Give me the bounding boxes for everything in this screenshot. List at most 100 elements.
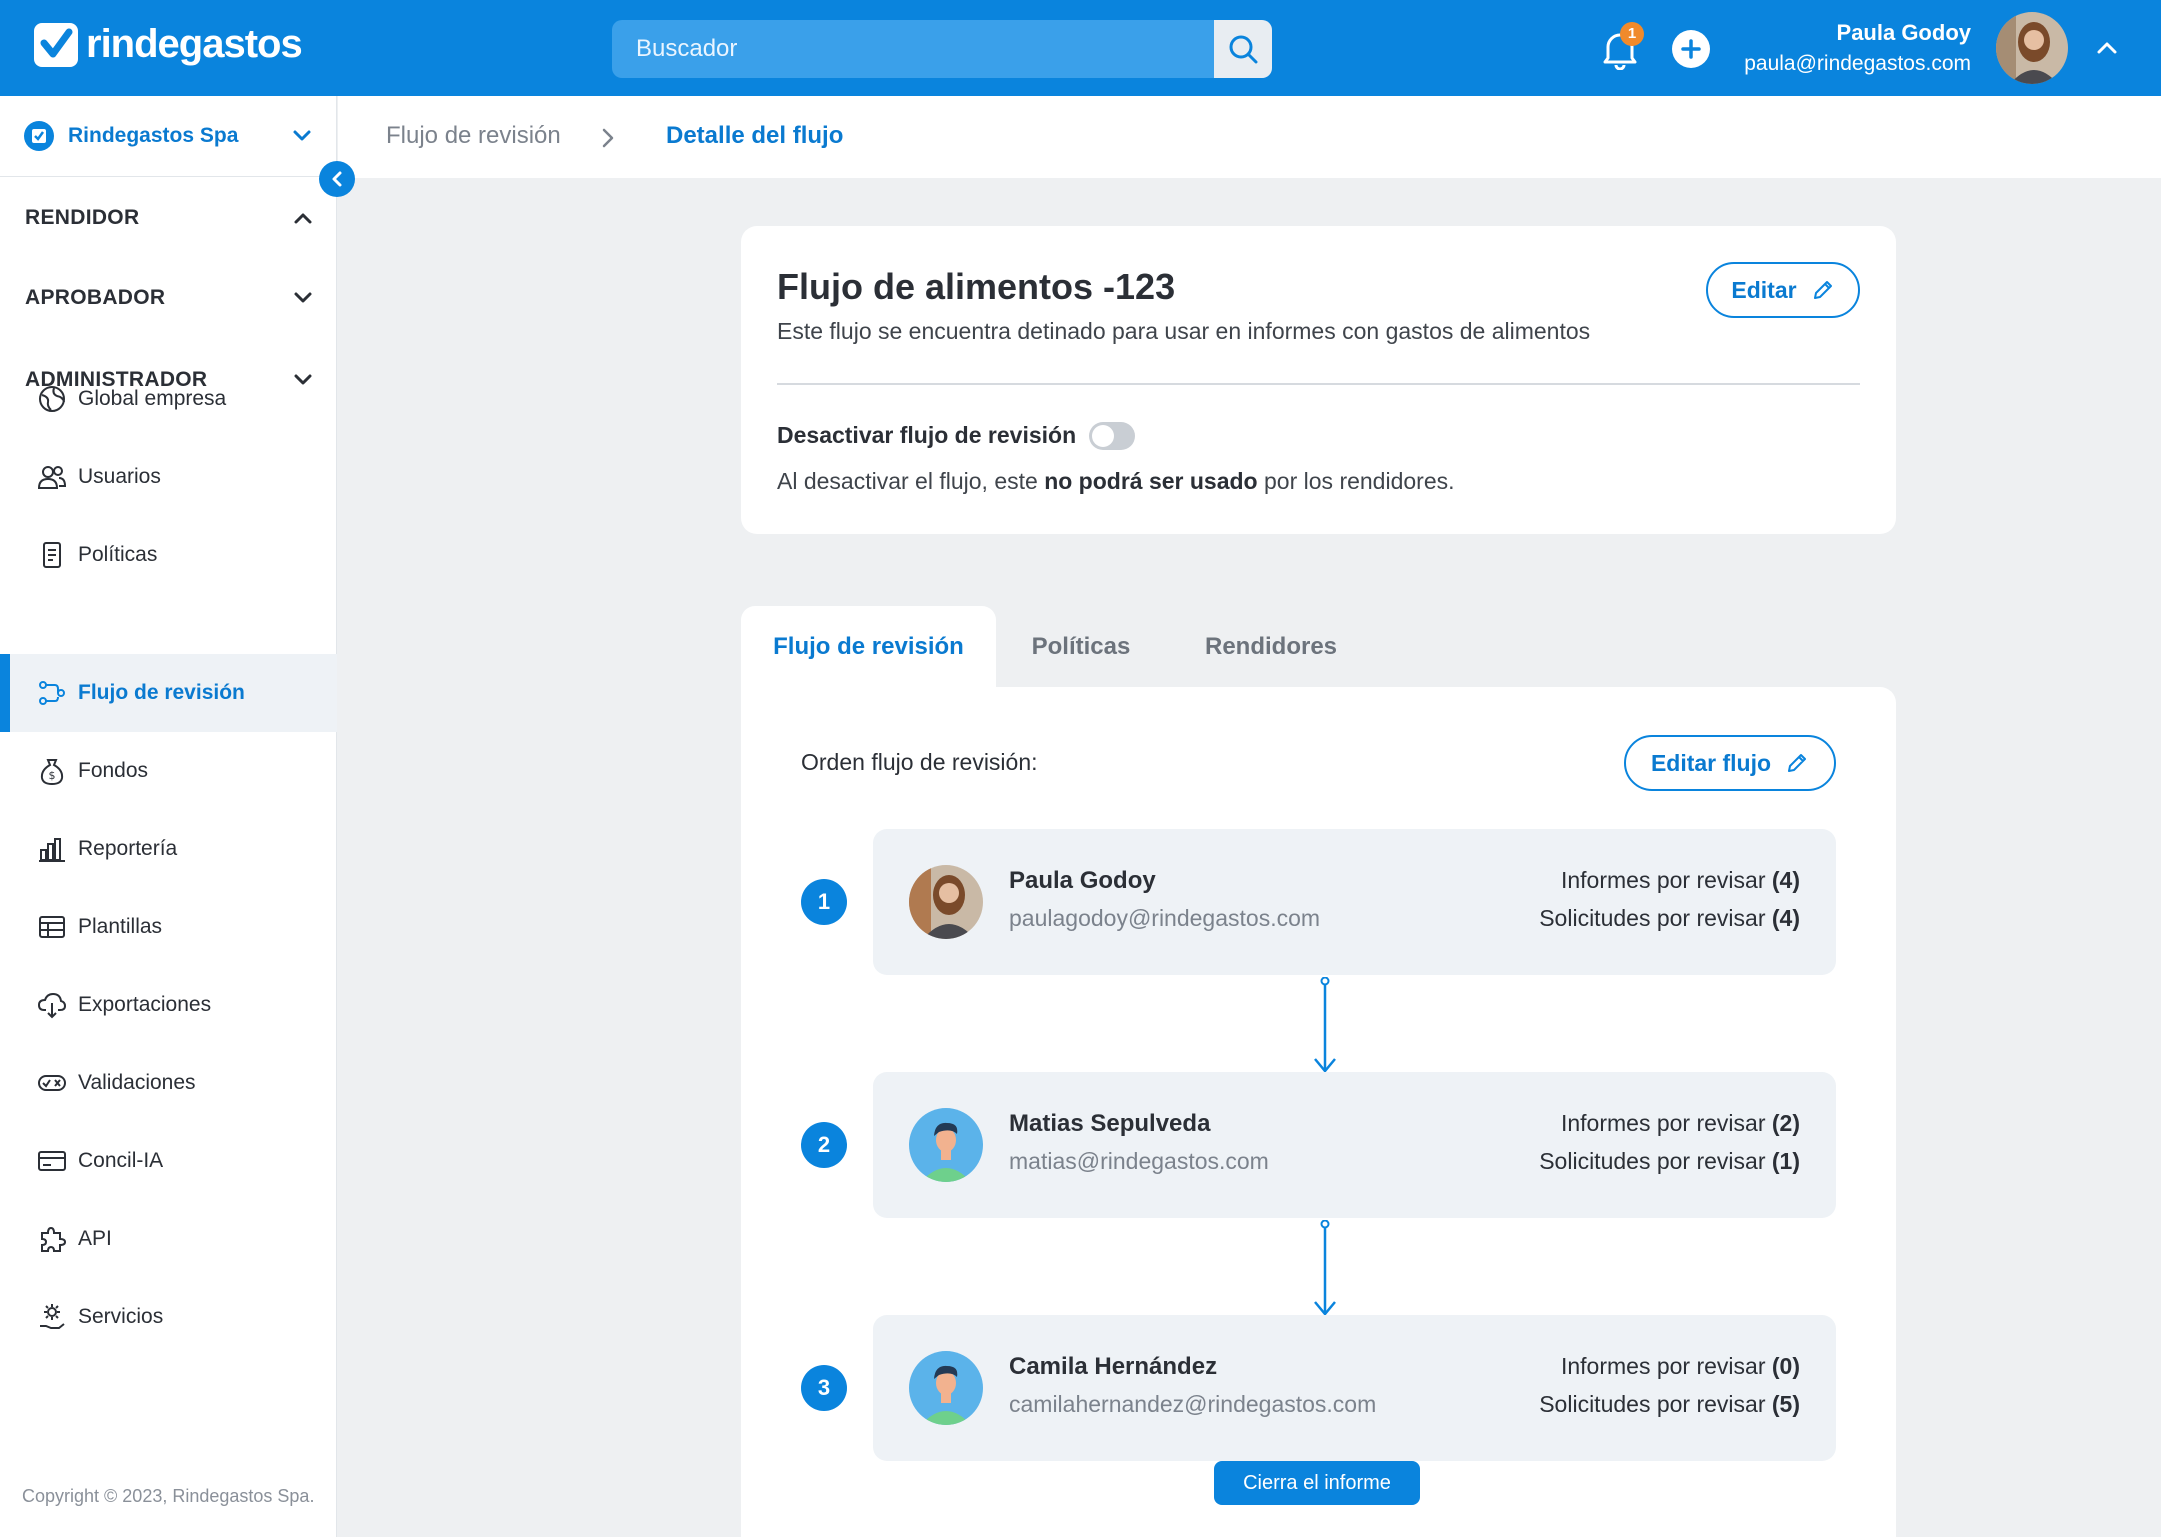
chevron-left-icon <box>332 171 342 187</box>
company-name: Rindegastos Spa <box>68 124 239 147</box>
avatar <box>909 865 983 939</box>
globe-icon <box>36 383 68 415</box>
tab-politicas[interactable]: Políticas <box>1011 606 1151 688</box>
deactivate-note-after: por los rendidores. <box>1257 468 1455 494</box>
reviewer-email: paulagodoy@rindegastos.com <box>1009 905 1321 931</box>
reviewer-email: matias@rindegastos.com <box>1009 1148 1269 1174</box>
step-number: 3 <box>801 1365 847 1411</box>
solicitudes-value: (1) <box>1771 1148 1800 1174</box>
money-bag-icon: $ <box>36 755 68 787</box>
sidebar-item-label: Concil-IA <box>78 1149 164 1172</box>
sidebar-item-fondos[interactable]: $ Fondos <box>0 732 337 810</box>
chevron-up-icon <box>294 213 312 224</box>
breadcrumb-parent-link[interactable]: Flujo de revisión <box>386 122 561 150</box>
informes-label: Informes por revisar <box>1560 867 1766 893</box>
sidebar-item-usuarios[interactable]: Usuarios <box>0 438 337 516</box>
user-email: paula@rindegastos.com <box>1744 52 1971 75</box>
chevron-right-icon <box>596 124 620 157</box>
sidebar-item-exportaciones[interactable]: Exportaciones <box>0 966 337 1044</box>
sidebar-item-label: Fondos <box>78 759 149 782</box>
informes-value: (0) <box>1771 1353 1800 1379</box>
flow-description: Este flujo se encuentra detinado para us… <box>777 318 1591 344</box>
sidebar-item-label: Usuarios <box>78 465 161 488</box>
section-rendidor[interactable]: RENDIDOR <box>25 198 315 238</box>
solicitudes-label: Solicitudes por revisar <box>1539 1391 1766 1417</box>
pencil-icon <box>1813 281 1832 299</box>
sidebar-item-label: Servicios <box>78 1305 164 1328</box>
sidebar-item-servicios[interactable]: Servicios <box>0 1278 337 1356</box>
sidebar-item-flujo-de-revision[interactable]: Flujo de revisión <box>0 654 337 732</box>
user-menu-chevron-up-icon[interactable] <box>2092 36 2122 60</box>
tab-flujo-de-revision[interactable]: Flujo de revisión <box>741 606 996 688</box>
solicitudes-label: Solicitudes por revisar <box>1539 1148 1766 1174</box>
sidebar-item-label: Validaciones <box>78 1071 196 1094</box>
reviewer-card[interactable]: Paula Godoy paulagodoy@rindegastos.com I… <box>873 829 1836 975</box>
solicitudes-value: (5) <box>1771 1391 1800 1417</box>
deactivate-note-before: Al desactivar el flujo, este <box>777 468 1045 494</box>
step-number: 1 <box>801 879 847 925</box>
gear-hand-icon <box>36 1301 68 1333</box>
deactivate-note: Al desactivar el flujo, este no podrá se… <box>777 468 1455 495</box>
section-aprobador[interactable]: APROBADOR <box>25 278 315 318</box>
flow-icon <box>36 677 68 709</box>
copyright: Copyright © 2023, Rindegastos Spa. <box>22 1486 315 1506</box>
toggle-knob <box>1092 425 1114 447</box>
sidebar-item-global-empresa[interactable]: Global empresa <box>0 360 337 438</box>
users-icon <box>36 461 68 493</box>
search-input[interactable]: Buscador <box>636 35 737 63</box>
collapse-sidebar-button[interactable] <box>319 161 355 197</box>
chevron-down-icon[interactable] <box>290 124 314 153</box>
sidebar-item-label: Políticas <box>78 543 158 566</box>
breadcrumb: Flujo de revisión Detalle del flujo <box>338 96 2161 178</box>
reviewer-card[interactable]: Camila Hernández camilahernandez@rindega… <box>873 1315 1836 1461</box>
company-logo-icon <box>24 121 54 151</box>
sidebar-item-reporteria[interactable]: Reportería <box>0 810 337 888</box>
solicitudes-count: Solicitudes por revisar (5) <box>1539 1391 1800 1418</box>
reviewer-name: Matias Sepulveda <box>1009 1110 1211 1137</box>
sidebar-item-label: Exportaciones <box>78 993 212 1016</box>
sidebar-item-validaciones[interactable]: Validaciones <box>0 1044 337 1122</box>
cloud-download-icon <box>36 989 68 1021</box>
search-bar[interactable]: Buscador <box>612 20 1272 78</box>
reviewer-email: camilahernandez@rindegastos.com <box>1009 1391 1377 1417</box>
avatar[interactable] <box>1996 12 2068 84</box>
sidebar-item-label: Reportería <box>78 837 178 860</box>
sidebar-item-politicas[interactable]: Políticas <box>0 516 337 594</box>
sidebar-item-api[interactable]: API <box>0 1200 337 1278</box>
edit-flow-button[interactable]: Editar flujo <box>1624 735 1836 791</box>
deactivate-toggle[interactable] <box>1089 422 1135 450</box>
reviewer-card[interactable]: Matias Sepulveda matias@rindegastos.com … <box>873 1072 1836 1218</box>
puzzle-icon <box>36 1223 68 1255</box>
sidebar-divider <box>0 176 337 177</box>
table-icon <box>36 911 68 943</box>
flow-header-card: Flujo de alimentos -123 Este flujo se en… <box>741 226 1896 534</box>
sidebar-item-plantillas[interactable]: Plantillas <box>0 888 337 966</box>
brand-logo[interactable]: rindegastos <box>34 22 303 67</box>
tabs: Flujo de revisión Políticas Rendidores <box>741 606 1896 688</box>
edit-button-label: Editar <box>1731 276 1797 303</box>
deactivate-note-bold: no podrá ser usado <box>1044 468 1258 494</box>
arrow-down-icon <box>1314 977 1336 1073</box>
close-report-button[interactable]: Cierra el informe <box>1214 1461 1420 1505</box>
sidebar: Rindegastos Spa RENDIDOR APROBADOR ADMIN… <box>0 96 337 1537</box>
sidebar-item-label: Plantillas <box>78 915 163 938</box>
plus-icon <box>1681 39 1701 59</box>
informes-value: (2) <box>1771 1110 1800 1136</box>
informes-count: Informes por revisar (2) <box>1561 1110 1800 1137</box>
tab-rendidores[interactable]: Rendidores <box>1171 606 1371 688</box>
company-selector[interactable]: Rindegastos Spa <box>24 114 314 158</box>
sidebar-item-concil-ia[interactable]: Concil-IA <box>0 1122 337 1200</box>
sidebar-item-label: Global empresa <box>78 387 227 410</box>
avatar <box>909 1351 983 1425</box>
order-label: Orden flujo de revisión: <box>801 749 1038 775</box>
brand-name: rindegastos <box>86 22 303 66</box>
document-icon <box>36 539 68 571</box>
review-flow-card: Orden flujo de revisión: Editar flujo 1 … <box>741 687 1896 1537</box>
section-label: APROBADOR <box>25 286 166 309</box>
page-title: Flujo de alimentos -123 <box>777 266 1176 307</box>
edit-button[interactable]: Editar <box>1706 262 1860 318</box>
search-button[interactable] <box>1214 20 1272 78</box>
check-x-icon <box>36 1067 68 1099</box>
edit-flow-label: Editar flujo <box>1650 749 1772 776</box>
add-button[interactable] <box>1672 30 1710 68</box>
